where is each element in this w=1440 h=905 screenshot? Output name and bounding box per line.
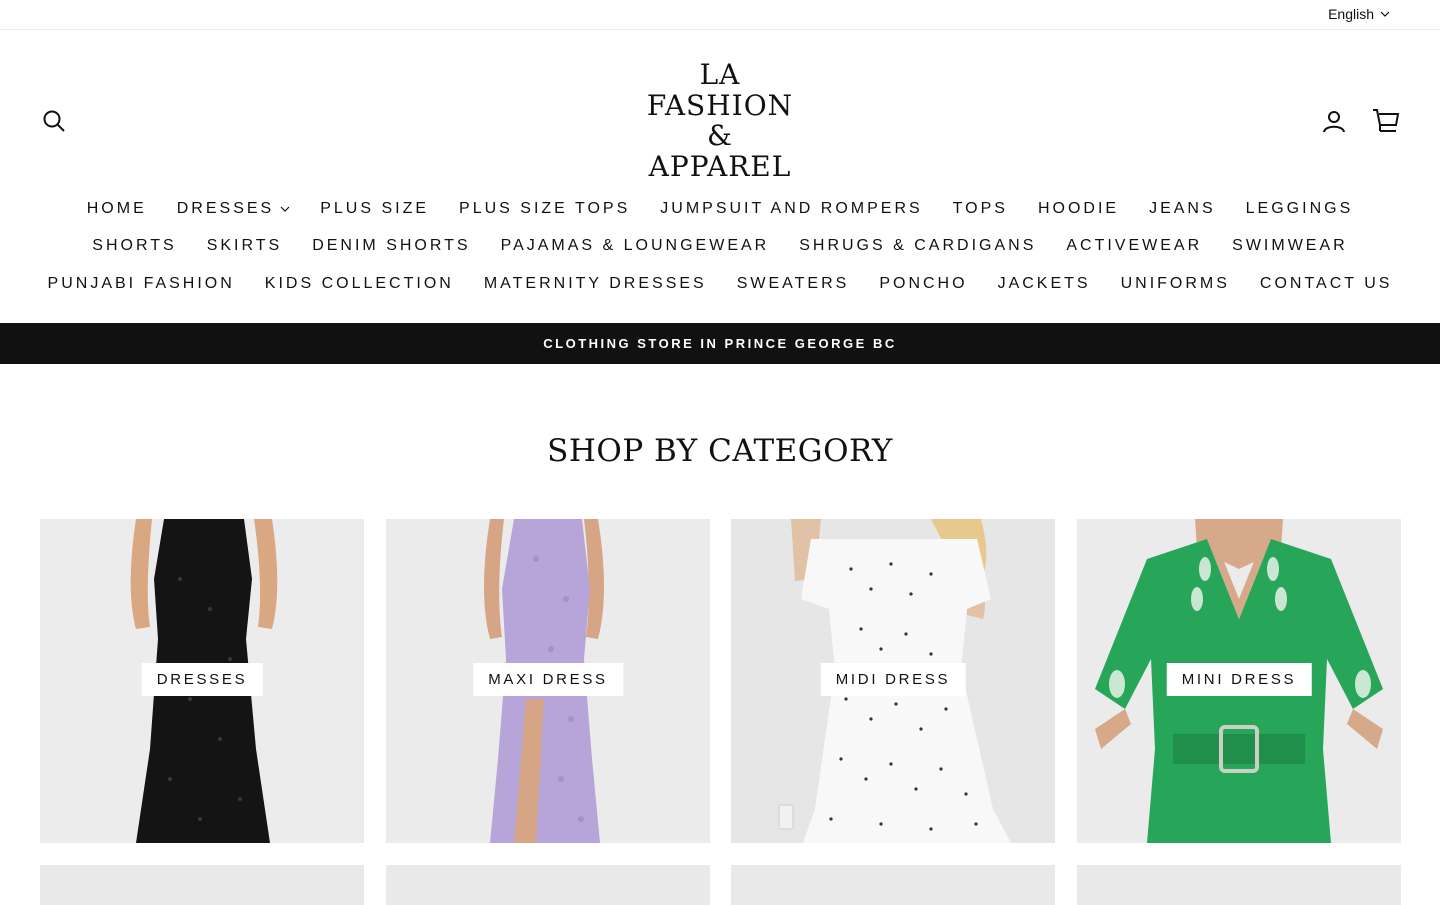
category-tile-maxi-dress[interactable]: MAXI DRESS — [386, 519, 710, 843]
logo-line: & — [707, 119, 733, 152]
nav-item-punjabi-fashion[interactable]: PUNJABI FASHION — [33, 275, 250, 293]
category-tile-next[interactable] — [386, 865, 710, 905]
user-icon[interactable] — [1322, 109, 1346, 133]
nav-item-jackets[interactable]: JACKETS — [983, 275, 1106, 293]
category-tile-next[interactable] — [731, 865, 1055, 905]
nav-item-jeans[interactable]: JEANS — [1134, 200, 1231, 218]
nav-item-kids-collection[interactable]: KIDS COLLECTION — [250, 275, 469, 293]
top-bar: English — [0, 0, 1440, 30]
search-icon[interactable] — [42, 109, 66, 133]
category-tile-midi-dress[interactable]: MIDI DRESS — [731, 519, 1055, 843]
language-label: English — [1328, 6, 1374, 22]
nav-item-plus-size[interactable]: PLUS SIZE — [305, 200, 444, 218]
nav-item-poncho[interactable]: PONCHO — [864, 275, 982, 293]
chevron-down-icon — [280, 206, 290, 212]
cart-icon[interactable] — [1372, 107, 1400, 135]
nav-item-plus-size-tops[interactable]: PLUS SIZE TOPS — [444, 200, 645, 218]
language-selector[interactable]: English — [1328, 6, 1390, 22]
nav-item-shrugs-cardigans[interactable]: SHRUGS & CARDIGANS — [784, 237, 1051, 255]
nav-item-swimwear[interactable]: SWIMWEAR — [1217, 237, 1363, 255]
main-nav-row-2: SHORTS SKIRTS DENIM SHORTS PAJAMAS & LOU… — [0, 237, 1440, 255]
section-title: SHOP BY CATEGORY — [547, 433, 893, 469]
announcement-bar: CLOTHING STORE IN PRINCE GEORGE BC — [0, 323, 1440, 364]
nav-item-shorts[interactable]: SHORTS — [77, 237, 191, 255]
logo-line: LA — [699, 58, 741, 91]
nav-item-denim-shorts[interactable]: DENIM SHORTS — [297, 237, 485, 255]
category-label: MIDI DRESS — [820, 663, 966, 696]
category-label: MINI DRESS — [1166, 663, 1312, 696]
nav-item-label: DRESSES — [176, 200, 275, 217]
nav-item-sweaters[interactable]: SWEATERS — [722, 275, 865, 293]
category-tile-next[interactable] — [40, 865, 364, 905]
chevron-down-icon — [1380, 11, 1390, 17]
nav-item-skirts[interactable]: SKIRTS — [192, 237, 298, 255]
nav-item-pajamas-loungewear[interactable]: PAJAMAS & LOUNGEWEAR — [486, 237, 785, 255]
nav-item-uniforms[interactable]: UNIFORMS — [1106, 275, 1245, 293]
nav-item-tops[interactable]: TOPS — [938, 200, 1023, 218]
nav-item-hoodie[interactable]: HOODIE — [1023, 200, 1134, 218]
store-logo[interactable]: LA FASHION & APPAREL — [620, 58, 820, 183]
nav-item-contact-us[interactable]: CONTACT US — [1245, 275, 1408, 293]
logo-line: APPAREL — [648, 149, 792, 183]
category-label: MAXI DRESS — [473, 663, 623, 696]
nav-item-home[interactable]: HOME — [72, 200, 162, 218]
nav-item-maternity-dresses[interactable]: MATERNITY DRESSES — [469, 275, 722, 293]
nav-item-leggings[interactable]: LEGGINGS — [1231, 200, 1369, 218]
category-tile-dresses[interactable]: DRESSES — [40, 519, 364, 843]
main-nav-row-3: PUNJABI FASHION KIDS COLLECTION MATERNIT… — [0, 275, 1440, 293]
main-nav-row-1: HOME DRESSES PLUS SIZE PLUS SIZE TOPS JU… — [0, 200, 1440, 218]
nav-item-jumpsuit-and-rompers[interactable]: JUMPSUIT AND ROMPERS — [645, 200, 937, 218]
nav-item-activewear[interactable]: ACTIVEWEAR — [1051, 237, 1217, 255]
category-label: DRESSES — [141, 663, 263, 696]
category-tile-mini-dress[interactable]: MINI DRESS — [1077, 519, 1401, 843]
announcement-text: CLOTHING STORE IN PRINCE GEORGE BC — [543, 336, 897, 351]
logo-line: FASHION — [646, 88, 794, 122]
category-tile-next[interactable] — [1077, 865, 1401, 905]
nav-item-dresses[interactable]: DRESSES — [162, 200, 305, 218]
